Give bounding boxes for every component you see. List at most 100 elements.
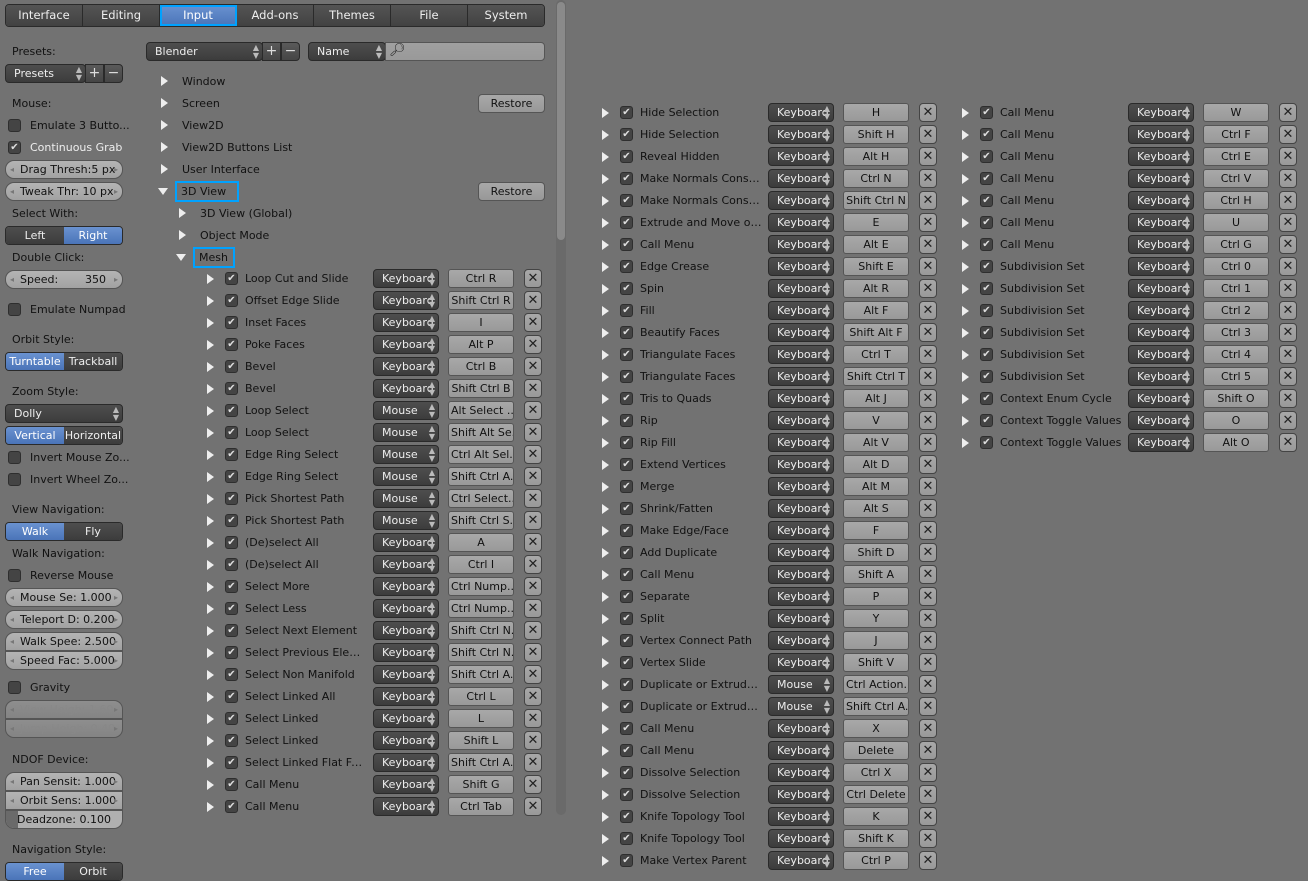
remove-item-icon[interactable]: ✕	[919, 763, 937, 782]
input-type-dropdown[interactable]: Keyboard ▲ ▼	[373, 753, 439, 772]
input-type-dropdown[interactable]: Keyboard ▲ ▼	[1128, 279, 1194, 298]
input-type-dropdown[interactable]: Keyboard ▲ ▼	[768, 609, 834, 628]
enabled-checkbox[interactable]: ✔	[225, 470, 238, 483]
view-height-field[interactable]: View Heigh: 1.60	[5, 700, 123, 719]
expand-icon[interactable]	[962, 196, 969, 206]
remove-item-icon[interactable]: ✕	[1279, 279, 1297, 298]
enabled-checkbox[interactable]: ✔	[620, 392, 633, 405]
key-binding-button[interactable]: Alt F	[843, 301, 909, 320]
enabled-checkbox[interactable]: ✔	[620, 524, 633, 537]
enabled-checkbox[interactable]: ✔	[620, 810, 633, 823]
key-binding-button[interactable]: Ctrl G	[1203, 235, 1269, 254]
key-binding-button[interactable]: Ctrl X	[843, 763, 909, 782]
enabled-checkbox[interactable]: ✔	[225, 800, 238, 813]
remove-item-icon[interactable]: ✕	[524, 687, 542, 706]
enabled-checkbox[interactable]: ✔	[620, 194, 633, 207]
expand-icon[interactable]	[602, 240, 609, 250]
enabled-checkbox[interactable]: ✔	[620, 678, 633, 691]
enabled-checkbox[interactable]: ✔	[980, 414, 993, 427]
enabled-checkbox[interactable]: ✔	[225, 272, 238, 285]
enabled-checkbox[interactable]: ✔	[620, 216, 633, 229]
input-type-dropdown[interactable]: Keyboard ▲ ▼	[768, 587, 834, 606]
key-binding-button[interactable]: O	[1203, 411, 1269, 430]
enabled-checkbox[interactable]: ✔	[620, 150, 633, 163]
key-binding-button[interactable]: Alt E	[843, 235, 909, 254]
restore-3d-view-button[interactable]: Restore	[478, 182, 545, 201]
remove-item-icon[interactable]: ✕	[1279, 147, 1297, 166]
tree-user-interface[interactable]: User Interface	[182, 163, 260, 176]
key-binding-button[interactable]: Shift Ctrl N...	[448, 621, 514, 640]
remove-item-icon[interactable]: ✕	[1279, 235, 1297, 254]
input-type-dropdown[interactable]: Keyboard ▲ ▼	[768, 169, 834, 188]
enabled-checkbox[interactable]: ✔	[620, 348, 633, 361]
remove-preset-button[interactable]: −	[104, 64, 123, 83]
expand-icon[interactable]	[602, 812, 609, 822]
enabled-checkbox[interactable]: ✔	[225, 756, 238, 769]
remove-keymap-preset-button[interactable]: −	[281, 42, 300, 61]
remove-item-icon[interactable]: ✕	[919, 323, 937, 342]
expand-icon[interactable]	[161, 142, 168, 152]
remove-item-icon[interactable]: ✕	[919, 499, 937, 518]
key-binding-button[interactable]: Alt M	[843, 477, 909, 496]
input-type-dropdown[interactable]: Keyboard ▲ ▼	[768, 851, 834, 870]
expand-icon[interactable]	[207, 340, 214, 350]
remove-item-icon[interactable]: ✕	[524, 555, 542, 574]
expand-icon[interactable]	[962, 108, 969, 118]
enabled-checkbox[interactable]: ✔	[225, 690, 238, 703]
key-binding-button[interactable]: Alt S	[843, 499, 909, 518]
key-binding-button[interactable]: Ctrl 2	[1203, 301, 1269, 320]
key-binding-button[interactable]: V	[843, 411, 909, 430]
expand-icon[interactable]	[602, 482, 609, 492]
expand-icon[interactable]	[602, 438, 609, 448]
key-binding-button[interactable]: Alt D	[843, 455, 909, 474]
enabled-checkbox[interactable]: ✔	[980, 304, 993, 317]
enabled-checkbox[interactable]: ✔	[225, 668, 238, 681]
walk-speed-field[interactable]: Walk Spee: 2.500	[5, 632, 123, 651]
enabled-checkbox[interactable]: ✔	[620, 744, 633, 757]
remove-item-icon[interactable]: ✕	[524, 775, 542, 794]
key-binding-button[interactable]: W	[1203, 103, 1269, 122]
expand-icon[interactable]	[207, 670, 214, 680]
remove-item-icon[interactable]: ✕	[524, 577, 542, 596]
remove-item-icon[interactable]: ✕	[524, 423, 542, 442]
expand-icon[interactable]	[962, 218, 969, 228]
remove-item-icon[interactable]: ✕	[524, 467, 542, 486]
expand-icon[interactable]	[602, 108, 609, 118]
input-type-dropdown[interactable]: Mouse ▲ ▼	[373, 423, 439, 442]
expand-icon[interactable]	[602, 174, 609, 184]
invert-mouse-zoom-checkbox[interactable]	[8, 451, 21, 464]
remove-item-icon[interactable]: ✕	[524, 621, 542, 640]
enabled-checkbox[interactable]: ✔	[225, 426, 238, 439]
input-type-dropdown[interactable]: Keyboard ▲ ▼	[373, 775, 439, 794]
key-binding-button[interactable]: Shift Alt Se...	[448, 423, 514, 442]
key-binding-button[interactable]: Shift Ctrl R	[448, 291, 514, 310]
key-binding-button[interactable]: Delete	[843, 741, 909, 760]
input-type-dropdown[interactable]: Keyboard ▲ ▼	[373, 687, 439, 706]
key-binding-button[interactable]: X	[843, 719, 909, 738]
key-binding-button[interactable]: Shift D	[843, 543, 909, 562]
turntable-button[interactable]: Turntable	[6, 353, 64, 370]
expand-icon[interactable]	[207, 406, 214, 416]
remove-item-icon[interactable]: ✕	[919, 653, 937, 672]
tab-themes[interactable]: Themes	[314, 5, 391, 26]
enabled-checkbox[interactable]: ✔	[980, 238, 993, 251]
expand-icon[interactable]	[207, 560, 214, 570]
enabled-checkbox[interactable]: ✔	[620, 128, 633, 141]
input-type-dropdown[interactable]: Keyboard ▲ ▼	[1128, 389, 1194, 408]
select-left-button[interactable]: Left	[6, 227, 64, 244]
enabled-checkbox[interactable]: ✔	[980, 348, 993, 361]
key-binding-button[interactable]: Alt Select ...	[448, 401, 514, 420]
key-binding-button[interactable]: Alt O	[1203, 433, 1269, 452]
enabled-checkbox[interactable]: ✔	[620, 172, 633, 185]
input-type-dropdown[interactable]: Keyboard ▲ ▼	[768, 235, 834, 254]
enabled-checkbox[interactable]: ✔	[980, 370, 993, 383]
expand-icon[interactable]	[602, 130, 609, 140]
speed-factor-field[interactable]: Speed Fac: 5.000	[5, 651, 123, 670]
key-binding-button[interactable]: Ctrl 0	[1203, 257, 1269, 276]
input-type-dropdown[interactable]: Keyboard ▲ ▼	[1128, 103, 1194, 122]
input-type-dropdown[interactable]: Keyboard ▲ ▼	[768, 389, 834, 408]
expand-icon[interactable]	[602, 570, 609, 580]
enabled-checkbox[interactable]: ✔	[980, 150, 993, 163]
input-type-dropdown[interactable]: Keyboard ▲ ▼	[768, 455, 834, 474]
input-type-dropdown[interactable]: Keyboard ▲ ▼	[373, 621, 439, 640]
